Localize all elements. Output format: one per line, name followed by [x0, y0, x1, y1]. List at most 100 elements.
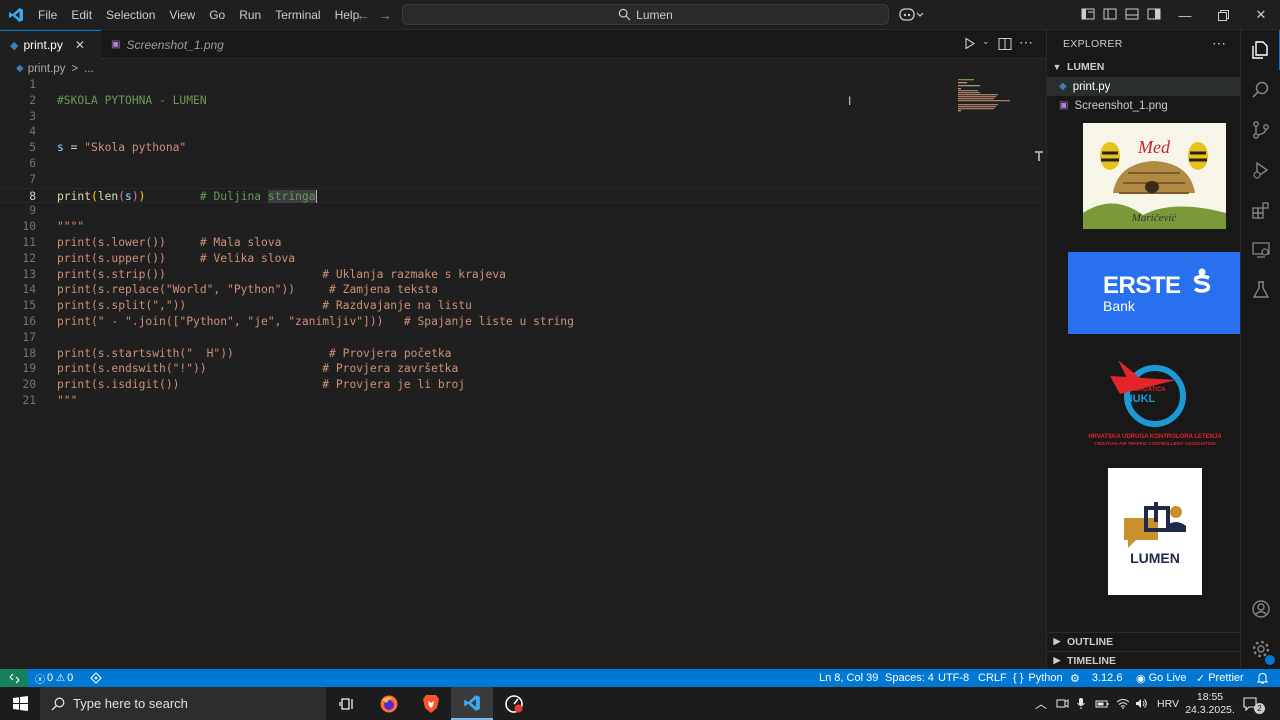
- menu-item-go[interactable]: Go: [202, 0, 232, 30]
- menu-item-edit[interactable]: Edit: [64, 0, 99, 30]
- layout-sidebar-icon[interactable]: [1103, 7, 1119, 23]
- command-center-search[interactable]: Lumen: [402, 4, 889, 25]
- testing-icon[interactable]: [1241, 270, 1280, 310]
- code-line[interactable]: 14 print(s.replace("World", "Python")) # …: [0, 282, 1040, 298]
- back-arrow-icon[interactable]: ←: [352, 7, 374, 23]
- run-dropdown-icon[interactable]: ⌄: [982, 36, 990, 47]
- menu-item-file[interactable]: File: [31, 0, 64, 30]
- show-hidden-icons[interactable]: ︿: [1035, 687, 1047, 720]
- close-window-icon[interactable]: ✕: [1242, 0, 1280, 30]
- prettier-button[interactable]: ✓ Prettier: [1196, 669, 1244, 687]
- more-actions-icon[interactable]: ⋯: [1019, 34, 1033, 51]
- menu-item-terminal[interactable]: Terminal: [268, 0, 327, 30]
- input-language[interactable]: HRV: [1157, 687, 1179, 720]
- end-of-line[interactable]: CRLF: [978, 669, 1007, 687]
- breadcrumb-more[interactable]: ...: [84, 63, 94, 75]
- copilot-icon[interactable]: [898, 6, 926, 24]
- run-debug-icon[interactable]: [1241, 150, 1280, 190]
- battery-icon[interactable]: [1095, 687, 1109, 720]
- broadcast-icon[interactable]: [89, 669, 103, 687]
- wifi-icon[interactable]: [1116, 687, 1130, 720]
- notifications-bell-icon[interactable]: [1257, 669, 1268, 687]
- remote-indicator-icon[interactable]: [0, 669, 28, 687]
- code-line[interactable]: 9: [0, 203, 1040, 219]
- code-line[interactable]: 2 #SKOLA PYTOHNA - LUMEN: [0, 93, 1040, 109]
- timeline-section[interactable]: ▶ TIMELINE: [1047, 651, 1241, 669]
- code-line[interactable]: 8 print(len(s)) # Duljina stringa: [0, 187, 1040, 204]
- minimize-icon[interactable]: —: [1166, 0, 1204, 30]
- split-editor-icon[interactable]: [998, 37, 1012, 56]
- go-live-button[interactable]: ◉ Go Live: [1136, 669, 1187, 687]
- hukl-main-text: HUKL: [1125, 393, 1156, 405]
- folder-lumen[interactable]: ▼ LUMEN: [1047, 58, 1241, 76]
- file-print-py[interactable]: ◆ print.py: [1047, 77, 1241, 96]
- toggle-panel-icon[interactable]: [1125, 7, 1141, 23]
- code-line[interactable]: 17: [0, 330, 1040, 346]
- toggle-primary-sidebar-icon[interactable]: [1081, 7, 1097, 23]
- code-line[interactable]: 13 print(s.strip()) # Uklanja razmake s k…: [0, 267, 1040, 283]
- close-icon[interactable]: ✕: [75, 38, 85, 52]
- code-line[interactable]: 4: [0, 124, 1040, 140]
- windows-start-icon[interactable]: [0, 687, 40, 720]
- line-code: """: [57, 393, 77, 409]
- code-line[interactable]: 21 """: [0, 393, 1040, 409]
- indentation[interactable]: Spaces: 4: [885, 669, 934, 687]
- scrollbar-marker[interactable]: [1035, 148, 1043, 161]
- code-editor[interactable]: 1 2 #SKOLA PYTOHNA - LUMEN 3 4 5 s = "Skola py…: [0, 77, 1046, 669]
- tab-print-py[interactable]: ◆ print.py ✕: [0, 30, 101, 59]
- outline-section[interactable]: ▶ OUTLINE: [1047, 632, 1241, 650]
- code-line[interactable]: 6: [0, 156, 1040, 172]
- code-line[interactable]: 15 print(s.split(",")) # Razdvajanje na l…: [0, 298, 1040, 314]
- menu-item-view[interactable]: View: [162, 0, 202, 30]
- menu-item-run[interactable]: Run: [232, 0, 268, 30]
- code-line[interactable]: 3: [0, 109, 1040, 125]
- code-token: print(s.endswith("!")) # Provjera završe…: [57, 362, 459, 376]
- clock[interactable]: 18:55 24.3.2025.: [1185, 687, 1235, 720]
- toggle-secondary-sidebar-icon[interactable]: [1147, 7, 1163, 23]
- menu-item-selection[interactable]: Selection: [99, 0, 162, 30]
- problems-indicator[interactable]: ⓧ 0 ⚠ 0: [35, 669, 73, 687]
- code-line[interactable]: 1: [0, 77, 1040, 93]
- code-line[interactable]: 10 """": [0, 219, 1040, 235]
- accounts-icon[interactable]: [1241, 589, 1280, 629]
- code-line[interactable]: 5 s = "Skola pythona": [0, 140, 1040, 156]
- source-control-icon[interactable]: [1241, 110, 1280, 150]
- code-line[interactable]: 19 print(s.endswith("!")) # Provjera zavr…: [0, 361, 1040, 377]
- tab-screenshot-png[interactable]: ▣ Screenshot_1.png: [101, 30, 231, 59]
- brave-icon[interactable]: [410, 687, 452, 720]
- python-interpreter[interactable]: ⚙ 3.12.6: [1070, 669, 1122, 687]
- manage-gear-icon[interactable]: [1241, 629, 1280, 669]
- task-view-icon[interactable]: [326, 687, 368, 720]
- notification-center-icon[interactable]: 2: [1243, 687, 1265, 720]
- notification-count: 2: [1254, 703, 1265, 714]
- breadcrumb-file[interactable]: print.py: [28, 63, 66, 75]
- extensions-icon[interactable]: [1241, 190, 1280, 230]
- search-text: Lumen: [636, 7, 673, 22]
- vscode-taskbar-icon[interactable]: [451, 687, 493, 720]
- explorer-more-icon[interactable]: ⋯: [1212, 35, 1226, 52]
- taskbar-search-box[interactable]: Type here to search: [40, 687, 326, 720]
- code-line[interactable]: 7: [0, 172, 1040, 188]
- explorer-icon[interactable]: [1241, 30, 1280, 70]
- run-python-icon[interactable]: [964, 37, 976, 55]
- clock-time: 18:55: [1196, 690, 1224, 703]
- restore-icon[interactable]: [1204, 0, 1242, 30]
- code-line[interactable]: 16 print(" - ".join(["Python", "je", "zan…: [0, 314, 1040, 330]
- file-screenshot-png[interactable]: ▣ Screenshot_1.png: [1047, 96, 1241, 115]
- volume-icon[interactable]: [1135, 687, 1148, 720]
- forward-arrow-icon[interactable]: →: [374, 7, 396, 23]
- code-line[interactable]: 18 print(s.startswith(" H")) # Provjera p…: [0, 346, 1040, 362]
- code-line[interactable]: 12 print(s.upper()) # Velika slova: [0, 251, 1040, 267]
- search-icon[interactable]: [1241, 70, 1280, 110]
- encoding[interactable]: UTF-8: [938, 669, 969, 687]
- minimap[interactable]: [956, 77, 1016, 117]
- code-line[interactable]: 20 print(s.isdigit()) # Provjera je li br…: [0, 377, 1040, 393]
- meet-now-icon[interactable]: [1056, 687, 1069, 720]
- remote-explorer-icon[interactable]: [1241, 230, 1280, 270]
- recording-app-icon[interactable]: [493, 687, 535, 720]
- language-mode[interactable]: { } Python: [1013, 669, 1063, 687]
- firefox-icon[interactable]: [368, 687, 410, 720]
- code-line[interactable]: 11 print(s.lower()) # Mala slova: [0, 235, 1040, 251]
- cursor-position[interactable]: Ln 8, Col 39: [819, 669, 878, 687]
- microphone-icon[interactable]: [1076, 687, 1086, 720]
